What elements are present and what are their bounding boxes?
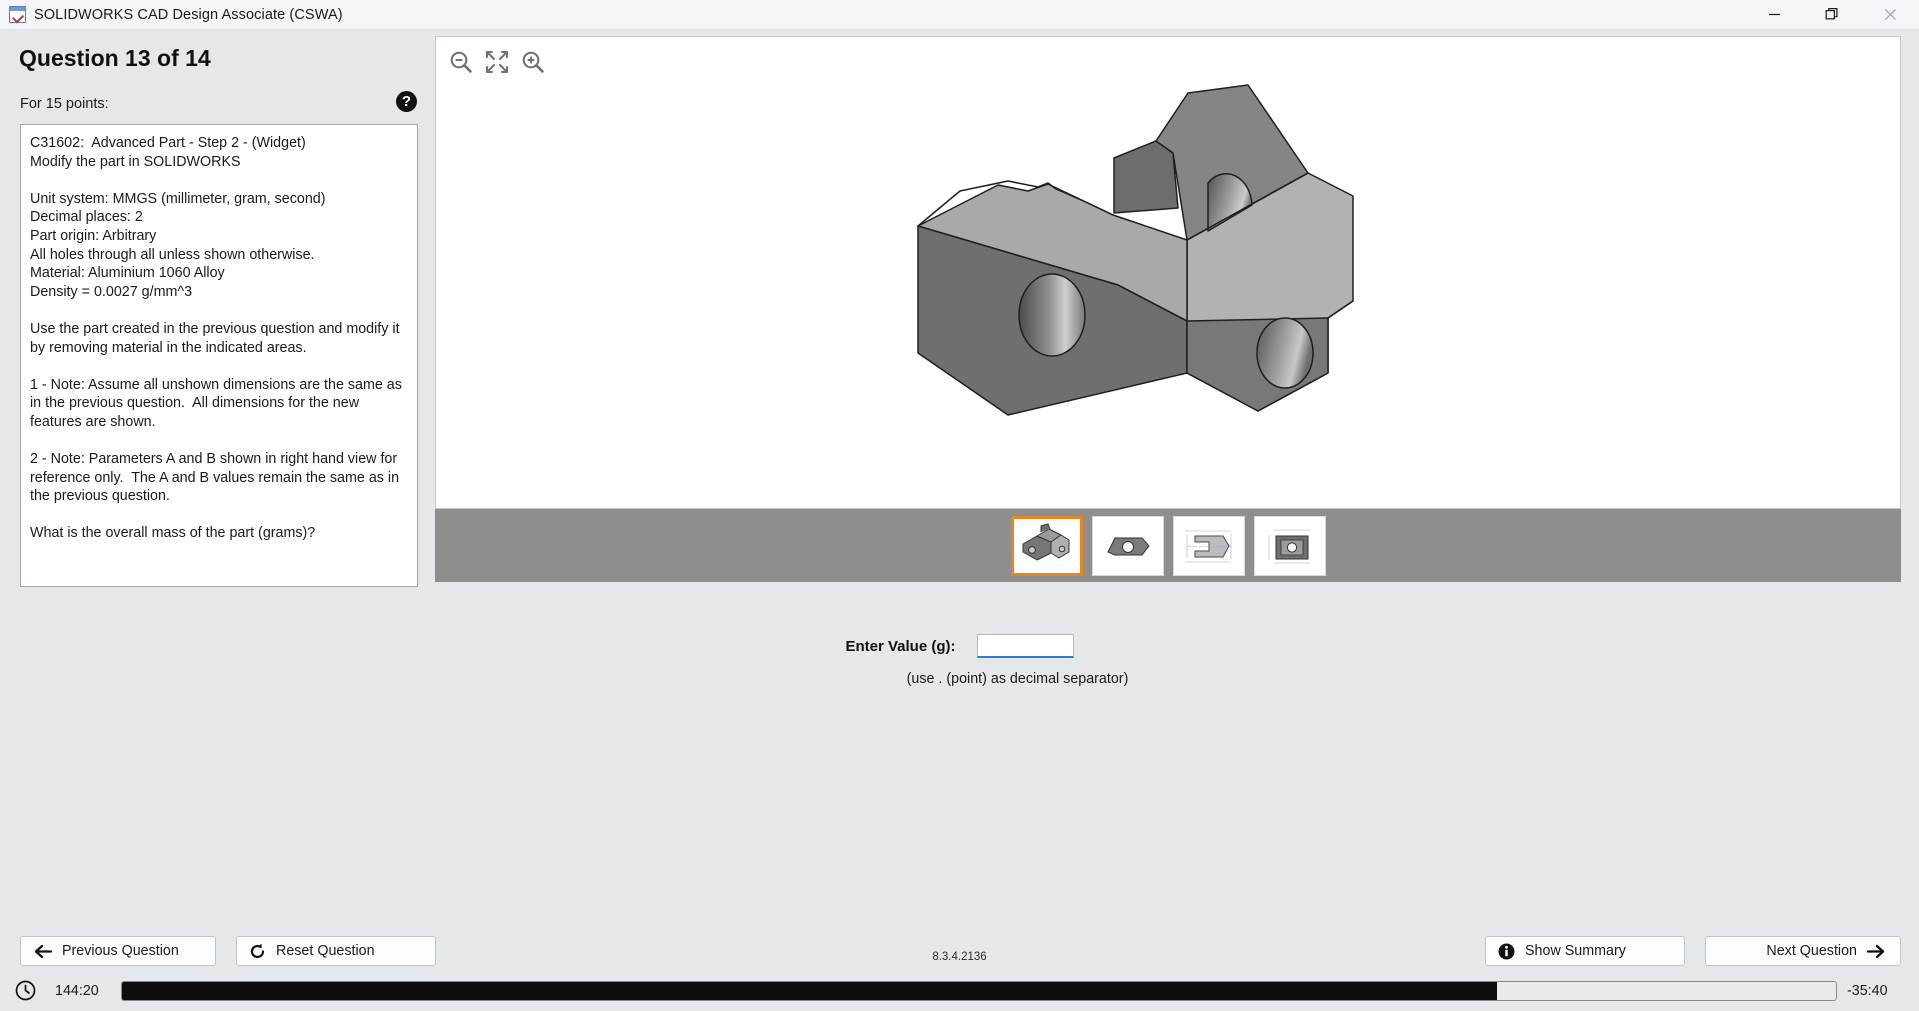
thumbnail-side-dimensioned-view[interactable] xyxy=(1172,515,1245,576)
restore-icon[interactable] xyxy=(1803,0,1861,29)
time-progress-bar xyxy=(121,980,1837,1001)
application-window: SOLIDWORKS CAD Design Associate (CSWA) Q… xyxy=(0,0,1919,1011)
thumbnail-front-dimensioned-view[interactable] xyxy=(1253,515,1326,576)
model-viewer[interactable] xyxy=(435,36,1901,509)
close-icon[interactable] xyxy=(1861,0,1919,29)
points-label: For 15 points: xyxy=(20,96,109,112)
question-text-box: C31602: Advanced Part - Step 2 - (Widget… xyxy=(20,124,418,587)
clock-icon xyxy=(15,980,36,1001)
window-title: SOLIDWORKS CAD Design Associate (CSWA) xyxy=(34,6,343,23)
answer-hint: (use . (point) as decimal separator) xyxy=(0,671,1919,687)
answer-input[interactable] xyxy=(976,634,1074,658)
zoom-fit-icon[interactable] xyxy=(480,45,514,79)
window-controls xyxy=(1745,0,1919,29)
help-icon[interactable]: ? xyxy=(396,91,417,112)
version-label: 8.3.4.2136 xyxy=(932,951,987,963)
remaining-time: -35:40 xyxy=(1847,982,1888,999)
zoom-out-icon[interactable] xyxy=(444,45,478,79)
status-bar: 144:20 -35:40 xyxy=(0,970,1919,1011)
page-title: Question 13 of 14 xyxy=(19,45,211,71)
view-thumbnail-strip xyxy=(435,509,1901,582)
answer-row: Enter Value (g): xyxy=(0,634,1919,658)
title-bar: SOLIDWORKS CAD Design Associate (CSWA) xyxy=(0,0,1919,30)
model-render xyxy=(436,37,1900,508)
thumbnail-top-view[interactable] xyxy=(1091,515,1164,576)
thumbnail-isometric[interactable] xyxy=(1010,515,1083,576)
zoom-in-icon[interactable] xyxy=(516,45,550,79)
elapsed-time: 144:20 xyxy=(55,982,99,999)
solidworks-test-icon xyxy=(9,6,26,23)
minimize-icon[interactable] xyxy=(1745,0,1803,29)
time-progress-fill xyxy=(122,981,1497,1000)
answer-hint-text: (use . (point) as decimal separator) xyxy=(906,671,1129,687)
viewer-toolbar xyxy=(444,45,550,79)
answer-label: Enter Value (g): xyxy=(845,637,956,655)
question-body: C31602: Advanced Part - Step 2 - (Widget… xyxy=(30,135,402,542)
